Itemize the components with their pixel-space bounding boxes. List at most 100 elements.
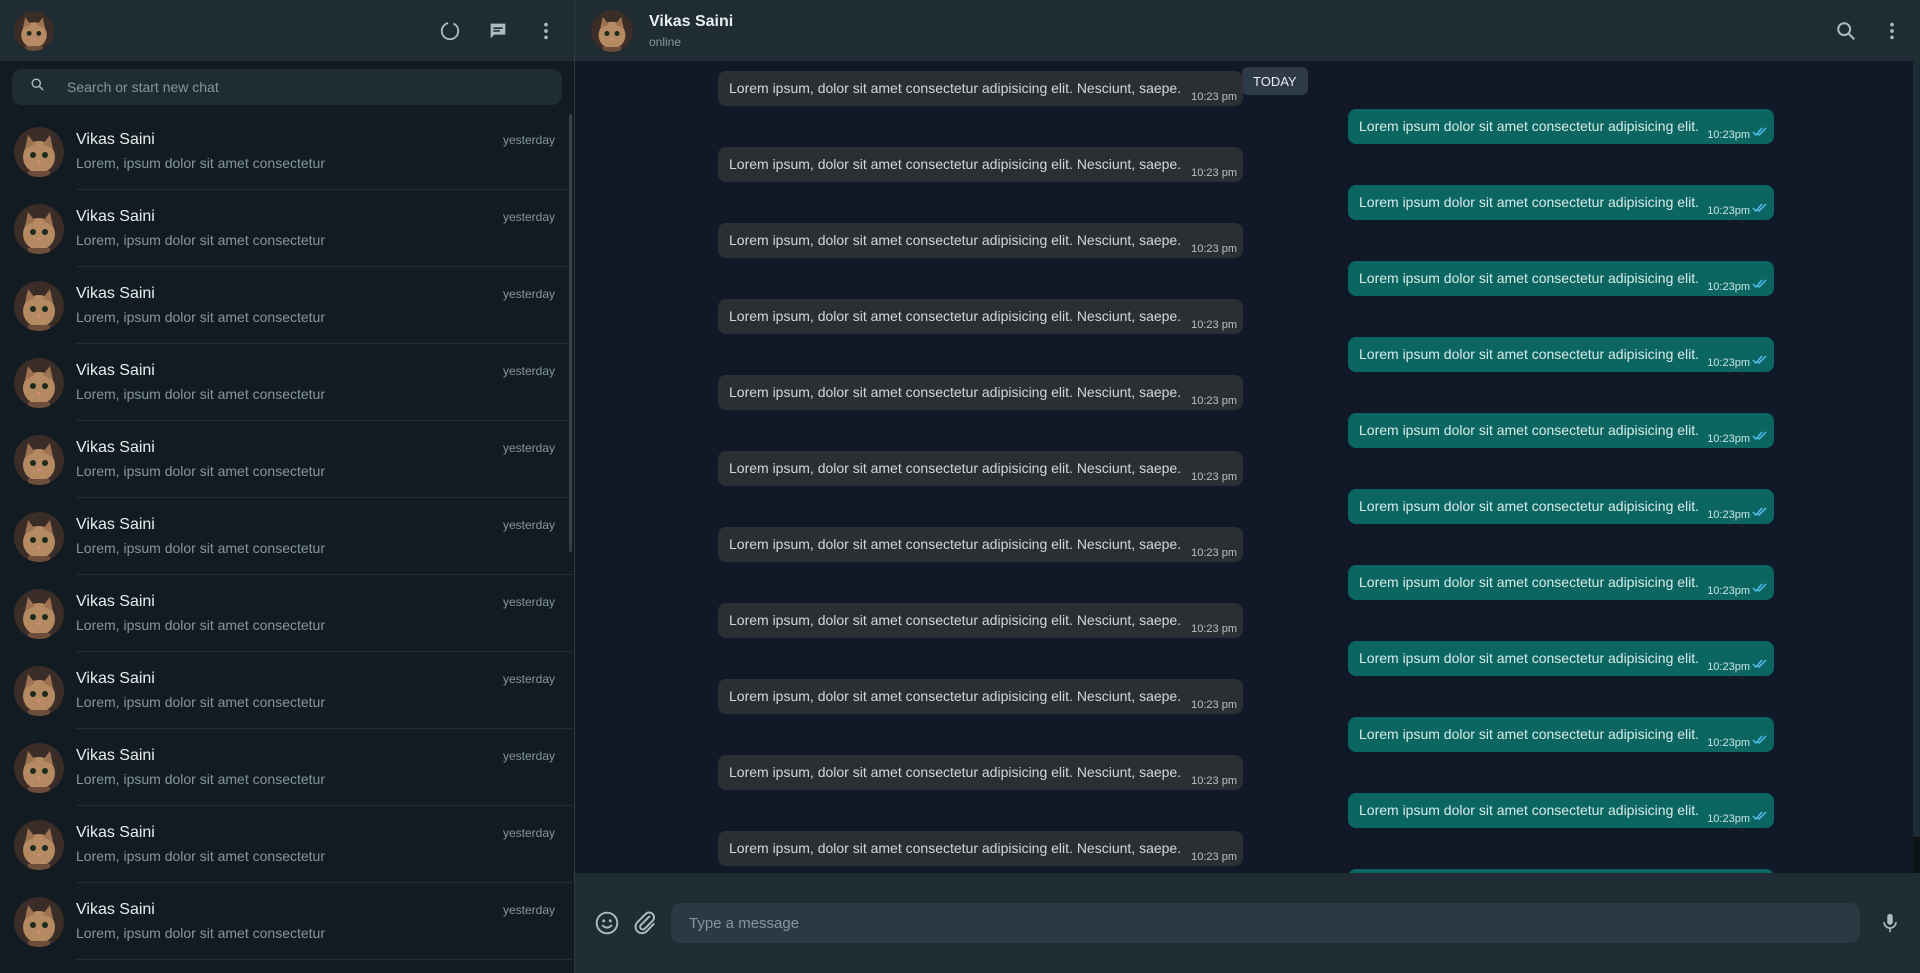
chat-list-item[interactable]: Vikas Saini Lorem, ipsum dolor sit amet c… bbox=[0, 729, 573, 806]
menu-icon[interactable] bbox=[1880, 19, 1904, 43]
message-text: Lorem ipsum dolor sit amet consectetur a… bbox=[1359, 270, 1700, 286]
emoji-icon[interactable] bbox=[593, 909, 621, 937]
menu-icon[interactable] bbox=[534, 19, 558, 43]
chat-time: yesterday bbox=[502, 595, 555, 609]
chat-time: yesterday bbox=[502, 133, 555, 147]
incoming-message[interactable]: Lorem ipsum, dolor sit amet consectetur … bbox=[718, 147, 1243, 182]
read-receipt-icon bbox=[1752, 808, 1768, 824]
message-time: 10:23 pm bbox=[1191, 91, 1237, 103]
chat-preview: Lorem, ipsum dolor sit amet consectetur bbox=[76, 771, 325, 787]
incoming-message[interactable]: Lorem ipsum, dolor sit amet consectetur … bbox=[718, 451, 1243, 486]
incoming-message[interactable]: Lorem ipsum, dolor sit amet consectetur … bbox=[718, 679, 1243, 714]
chat-list-item[interactable]: Vikas Saini Lorem, ipsum dolor sit amet c… bbox=[0, 190, 573, 267]
chat-list-item[interactable]: Vikas Saini Lorem, ipsum dolor sit amet c… bbox=[0, 421, 573, 498]
messages-scrollbar[interactable] bbox=[1913, 61, 1920, 837]
message-text: Lorem ipsum, dolor sit amet consectetur … bbox=[729, 460, 1182, 476]
message-text: Lorem ipsum, dolor sit amet consectetur … bbox=[729, 612, 1182, 628]
chat-preview: Lorem, ipsum dolor sit amet consectetur bbox=[76, 463, 325, 479]
message-text: Lorem ipsum, dolor sit amet consectetur … bbox=[729, 156, 1182, 172]
chat-name: Vikas Saini bbox=[76, 747, 155, 764]
chat-preview: Lorem, ipsum dolor sit amet consectetur bbox=[76, 155, 325, 171]
outgoing-message[interactable]: Lorem ipsum dolor sit amet consectetur a… bbox=[1348, 641, 1774, 676]
chat-name: Vikas Saini bbox=[76, 208, 155, 225]
chat-list-item[interactable]: Vikas Saini Lorem, ipsum dolor sit amet c… bbox=[0, 806, 573, 883]
contact-avatar[interactable] bbox=[591, 9, 633, 52]
outgoing-message[interactable]: Lorem ipsum dolor sit amet consectetur a… bbox=[1348, 261, 1774, 296]
outgoing-message[interactable]: Lorem ipsum dolor sit amet consectetur a… bbox=[1348, 413, 1774, 448]
chat-name: Vikas Saini bbox=[76, 824, 155, 841]
chat-list-item[interactable]: Vikas Saini Lorem, ipsum dolor sit amet c… bbox=[0, 883, 573, 960]
contact-info[interactable]: Vikas Saini online bbox=[649, 13, 1834, 49]
cat-avatar-icon bbox=[14, 126, 64, 177]
outgoing-message[interactable]: Lorem ipsum dolor sit amet consectetur a… bbox=[1348, 489, 1774, 524]
chat-avatar bbox=[14, 203, 64, 254]
status-icon[interactable] bbox=[438, 19, 462, 43]
message-time: 10:23pm bbox=[1707, 585, 1750, 597]
chat-item-body: Vikas Saini Lorem, ipsum dolor sit amet c… bbox=[76, 652, 573, 729]
chat-preview: Lorem, ipsum dolor sit amet consectetur bbox=[76, 540, 325, 556]
message-time: 10:23 pm bbox=[1191, 547, 1237, 559]
incoming-message[interactable]: Lorem ipsum, dolor sit amet consectetur … bbox=[718, 831, 1243, 866]
cat-avatar-icon bbox=[14, 588, 64, 639]
outgoing-message[interactable]: Lorem ipsum dolor sit amet consectetur a… bbox=[1348, 337, 1774, 372]
conversation-header: Vikas Saini online bbox=[575, 0, 1920, 61]
chat-item-body: Vikas Saini Lorem, ipsum dolor sit amet c… bbox=[76, 344, 573, 421]
chat-time: yesterday bbox=[502, 672, 555, 686]
attach-icon[interactable] bbox=[631, 909, 659, 937]
search-input[interactable] bbox=[65, 78, 549, 96]
chat-item-body: Vikas Saini Lorem, ipsum dolor sit amet c… bbox=[76, 421, 573, 498]
message-input-box bbox=[671, 903, 1860, 943]
chat-time: yesterday bbox=[502, 287, 555, 301]
sidebar-header bbox=[0, 0, 574, 61]
outgoing-message[interactable]: Lorem ipsum dolor sit amet consectetur a… bbox=[1348, 565, 1774, 600]
cat-avatar-icon bbox=[14, 434, 64, 485]
chat-list-item[interactable]: Vikas Saini Lorem, ipsum dolor sit amet c… bbox=[0, 652, 573, 729]
chat-list-item[interactable]: Vikas Saini Lorem, ipsum dolor sit amet c… bbox=[0, 113, 573, 190]
search-icon[interactable] bbox=[1834, 19, 1858, 43]
chat-item-body: Vikas Saini Lorem, ipsum dolor sit amet c… bbox=[76, 267, 573, 344]
chat-avatar bbox=[14, 742, 64, 793]
chat-item-body: Vikas Saini Lorem, ipsum dolor sit amet c… bbox=[76, 883, 573, 960]
message-time: 10:23pm bbox=[1707, 661, 1750, 673]
chat-preview: Lorem, ipsum dolor sit amet consectetur bbox=[76, 386, 325, 402]
incoming-message[interactable]: Lorem ipsum, dolor sit amet consectetur … bbox=[718, 375, 1243, 410]
chat-name: Vikas Saini bbox=[76, 362, 155, 379]
chat-item-body: Vikas Saini Lorem, ipsum dolor sit amet c… bbox=[76, 113, 573, 190]
message-time: 10:23pm bbox=[1707, 737, 1750, 749]
profile-avatar[interactable] bbox=[14, 10, 54, 51]
mic-icon[interactable] bbox=[1876, 909, 1904, 937]
read-receipt-icon bbox=[1752, 656, 1768, 672]
incoming-message[interactable]: Lorem ipsum, dolor sit amet consectetur … bbox=[718, 527, 1243, 562]
incoming-message[interactable]: Lorem ipsum, dolor sit amet consectetur … bbox=[718, 223, 1243, 258]
chat-list-item[interactable]: Vikas Saini Lorem, ipsum dolor sit amet c… bbox=[0, 267, 573, 344]
read-receipt-icon bbox=[1752, 276, 1768, 292]
message-input[interactable] bbox=[687, 913, 1860, 933]
outgoing-message[interactable]: Lorem ipsum dolor sit amet consectetur a… bbox=[1348, 793, 1774, 828]
message-time: 10:23 pm bbox=[1191, 699, 1237, 711]
outgoing-message[interactable]: Lorem ipsum dolor sit amet consectetur a… bbox=[1348, 717, 1774, 752]
chat-preview: Lorem, ipsum dolor sit amet consectetur bbox=[76, 309, 325, 325]
sidebar-scrollbar[interactable] bbox=[569, 114, 572, 552]
cat-avatar-icon bbox=[591, 9, 633, 52]
message-time: 10:23 pm bbox=[1191, 167, 1237, 179]
message-list: TODAY Lorem ipsum, dolor sit amet consec… bbox=[575, 61, 1913, 873]
incoming-message[interactable]: Lorem ipsum, dolor sit amet consectetur … bbox=[718, 755, 1243, 790]
chat-time: yesterday bbox=[502, 364, 555, 378]
incoming-message[interactable]: Lorem ipsum, dolor sit amet consectetur … bbox=[718, 299, 1243, 334]
chat-avatar bbox=[14, 819, 64, 870]
message-time: 10:23 pm bbox=[1191, 243, 1237, 255]
message-text: Lorem ipsum dolor sit amet consectetur a… bbox=[1359, 346, 1700, 362]
incoming-message[interactable]: Lorem ipsum, dolor sit amet consectetur … bbox=[718, 603, 1243, 638]
new-chat-icon[interactable] bbox=[486, 19, 510, 43]
message-text: Lorem ipsum, dolor sit amet consectetur … bbox=[729, 688, 1182, 704]
cat-avatar-icon bbox=[14, 511, 64, 562]
outgoing-message[interactable]: Lorem ipsum dolor sit amet consectetur a… bbox=[1348, 109, 1774, 144]
message-text: Lorem ipsum, dolor sit amet consectetur … bbox=[729, 764, 1182, 780]
incoming-message[interactable]: Lorem ipsum, dolor sit amet consectetur … bbox=[718, 71, 1243, 106]
contact-status: online bbox=[649, 34, 682, 49]
outgoing-message[interactable]: Lorem ipsum dolor sit amet consectetur a… bbox=[1348, 185, 1774, 220]
chat-item-body: Vikas Saini Lorem, ipsum dolor sit amet c… bbox=[76, 190, 573, 267]
chat-list-item[interactable]: Vikas Saini Lorem, ipsum dolor sit amet c… bbox=[0, 575, 573, 652]
chat-list-item[interactable]: Vikas Saini Lorem, ipsum dolor sit amet c… bbox=[0, 498, 573, 575]
chat-list-item[interactable]: Vikas Saini Lorem, ipsum dolor sit amet c… bbox=[0, 344, 573, 421]
